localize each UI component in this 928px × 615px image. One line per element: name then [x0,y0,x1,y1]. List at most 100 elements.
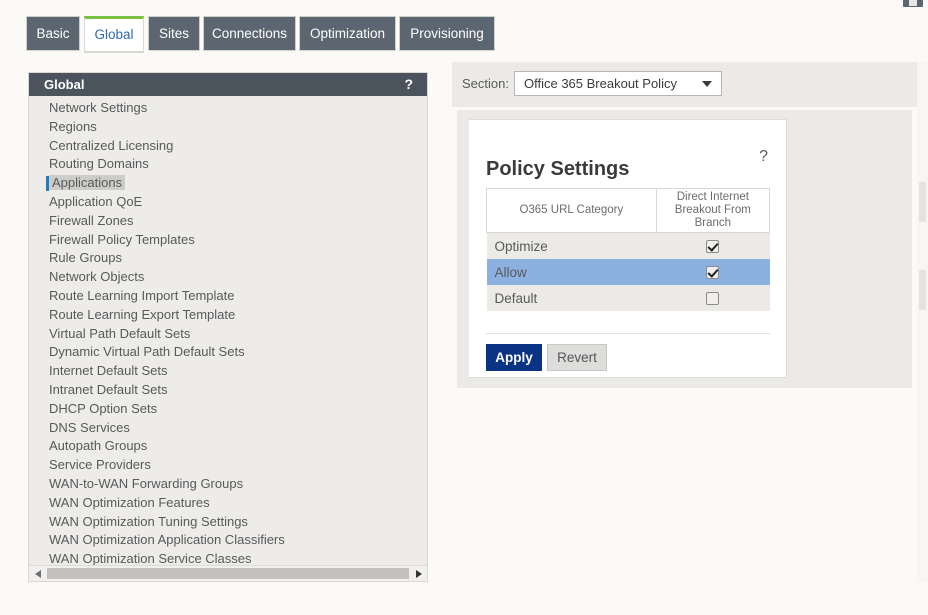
sidebar-item-wan-to-wan-forwarding-groups[interactable]: WAN-to-WAN Forwarding Groups [29,475,427,494]
sidebar-item-routing-domains[interactable]: Routing Domains [29,155,427,174]
sidebar-item-centralized-licensing[interactable]: Centralized Licensing [29,137,427,156]
sidebar-item-label: Route Learning Export Template [49,306,236,322]
apply-button[interactable]: Apply [486,344,542,371]
sidebar-item-network-settings[interactable]: Network Settings [29,99,427,118]
sidebar-item-label: DNS Services [49,419,130,435]
scroll-right-arrow-icon[interactable] [410,566,426,581]
window-top-strip [0,0,928,8]
scroll-left-arrow-icon[interactable] [30,566,46,581]
section-selector-bar: Section: Office 365 Breakout Policy [452,62,918,107]
sidebar-item-label: Dynamic Virtual Path Default Sets [49,344,245,360]
help-icon[interactable]: ? [759,148,768,166]
breakout-checkbox-default[interactable] [706,292,720,306]
sidebar-item-service-providers[interactable]: Service Providers [29,456,427,475]
help-icon[interactable]: ? [404,73,413,96]
sidebar-item-regions[interactable]: Regions [29,118,427,137]
section-dropdown-value: Office 365 Breakout Policy [524,76,677,91]
scrollbar-thumb[interactable] [919,182,926,222]
sidebar-item-label: Regions [49,118,97,134]
sidebar-item-wan-optimization-features[interactable]: WAN Optimization Features [29,494,427,513]
sidebar-item-route-learning-export-template[interactable]: Route Learning Export Template [29,306,427,325]
policy-settings-card: Policy Settings ? O365 URL Category Dire… [469,119,787,378]
scrollbar-thumb[interactable] [919,270,926,310]
table-row[interactable]: Default [486,285,770,311]
tab-optimization[interactable]: Optimization [299,16,396,50]
sidebar-item-rule-groups[interactable]: Rule Groups [29,249,427,268]
sidebar-item-applications[interactable]: Applications [29,174,427,193]
row-breakout-cell [656,285,769,311]
sidebar-item-label: Firewall Zones [49,212,134,228]
sidebar-item-label: WAN Optimization Tuning Settings [49,513,248,529]
sidebar-item-label: WAN Optimization Features [49,494,210,510]
sidebar-item-label: Virtual Path Default Sets [49,325,191,341]
row-category-label: Allow [494,264,527,280]
breakout-checkbox-allow[interactable] [706,266,720,280]
sidebar-item-label: WAN Optimization Application Classifiers [49,532,285,548]
sidebar-item-application-qoe[interactable]: Application QoE [29,193,427,212]
sidebar-item-label: Routing Domains [49,156,149,172]
sidebar-item-dynamic-virtual-path-default-sets[interactable]: Dynamic Virtual Path Default Sets [29,343,427,362]
sidebar-item-dns-services[interactable]: DNS Services [29,419,427,438]
sidebar-item-label: Autopath Groups [49,438,148,454]
sidebar-item-label: Firewall Policy Templates [49,231,195,247]
row-breakout-cell [656,233,769,260]
section-label: Section: [462,76,509,91]
row-breakout-cell [656,259,769,285]
window-restore-icon[interactable] [903,0,923,7]
global-nav-panel: Global ? Network Settings Regions Centra… [28,72,428,582]
nav-horizontal-scrollbar[interactable] [29,565,427,581]
sidebar-item-label: Application QoE [49,193,143,209]
sidebar-item-label: WAN-to-WAN Forwarding Groups [49,475,244,491]
sidebar-item-intranet-default-sets[interactable]: Intranet Default Sets [29,381,427,400]
sidebar-item-label: Network Objects [49,269,145,285]
sidebar-item-network-objects[interactable]: Network Objects [29,268,427,287]
tab-basic[interactable]: Basic [26,16,80,50]
sidebar-item-internet-default-sets[interactable]: Internet Default Sets [29,362,427,381]
sidebar-item-route-learning-import-template[interactable]: Route Learning Import Template [29,287,427,306]
nav-panel-header: Global ? [29,73,427,96]
sidebar-item-autopath-groups[interactable]: Autopath Groups [29,437,427,456]
sidebar-item-dhcp-option-sets[interactable]: DHCP Option Sets [29,400,427,419]
sidebar-item-label: DHCP Option Sets [49,400,158,416]
revert-button[interactable]: Revert [547,344,607,371]
nav-item-list: Network Settings Regions Centralized Lic… [29,96,427,569]
row-category-label: Optimize [494,238,548,254]
chevron-down-icon [702,81,712,87]
tab-provisioning[interactable]: Provisioning [399,16,495,50]
sidebar-item-firewall-policy-templates[interactable]: Firewall Policy Templates [29,231,427,250]
scrollbar-thumb[interactable] [47,568,409,579]
sidebar-item-label: Route Learning Import Template [49,287,235,303]
sidebar-item-label: Centralized Licensing [49,137,174,153]
card-divider [486,333,770,334]
main-tab-bar: Basic Global Sites Connections Optimizat… [0,16,928,52]
page-title: Policy Settings [486,158,630,180]
sidebar-item-wan-optimization-application-classifiers[interactable]: WAN Optimization Application Classifiers [29,531,427,550]
sidebar-item-label: Service Providers [49,457,151,473]
column-header-direct-internet-breakout: Direct Internet Breakout From Branch [655,188,771,233]
sidebar-item-label: Internet Default Sets [49,363,168,379]
tab-connections[interactable]: Connections [203,16,296,50]
sidebar-item-firewall-zones[interactable]: Firewall Zones [29,212,427,231]
policy-settings-container: Policy Settings ? O365 URL Category Dire… [457,110,912,388]
sidebar-item-wan-optimization-tuning-settings[interactable]: WAN Optimization Tuning Settings [29,513,427,532]
table-row[interactable]: Optimize [486,232,770,260]
sidebar-item-virtual-path-default-sets[interactable]: Virtual Path Default Sets [29,325,427,344]
table-row[interactable]: Allow [486,259,770,285]
policy-table-head: O365 URL Category Direct Internet Breako… [486,188,771,233]
sidebar-item-label: Intranet Default Sets [49,381,168,397]
sidebar-item-label: Applications [49,175,126,191]
policy-table-body: Optimize Allow Default [486,232,770,311]
policy-table: O365 URL Category Direct Internet Breako… [486,188,771,311]
section-dropdown[interactable]: Office 365 Breakout Policy [514,71,722,96]
sidebar-item-label: Rule Groups [49,250,122,266]
table-header-row: O365 URL Category Direct Internet Breako… [486,188,771,233]
nav-panel-title: Global [44,77,85,92]
sidebar-item-label: WAN Optimization Service Classes [49,551,252,567]
tab-global[interactable]: Global [84,16,144,52]
column-header-url-category: O365 URL Category [486,188,657,233]
tab-sites[interactable]: Sites [148,16,200,50]
page-vertical-scrollbar[interactable] [917,62,928,582]
sidebar-item-label: Network Settings [49,100,148,115]
row-category-label: Default [494,290,538,306]
breakout-checkbox-optimize[interactable] [706,240,720,254]
